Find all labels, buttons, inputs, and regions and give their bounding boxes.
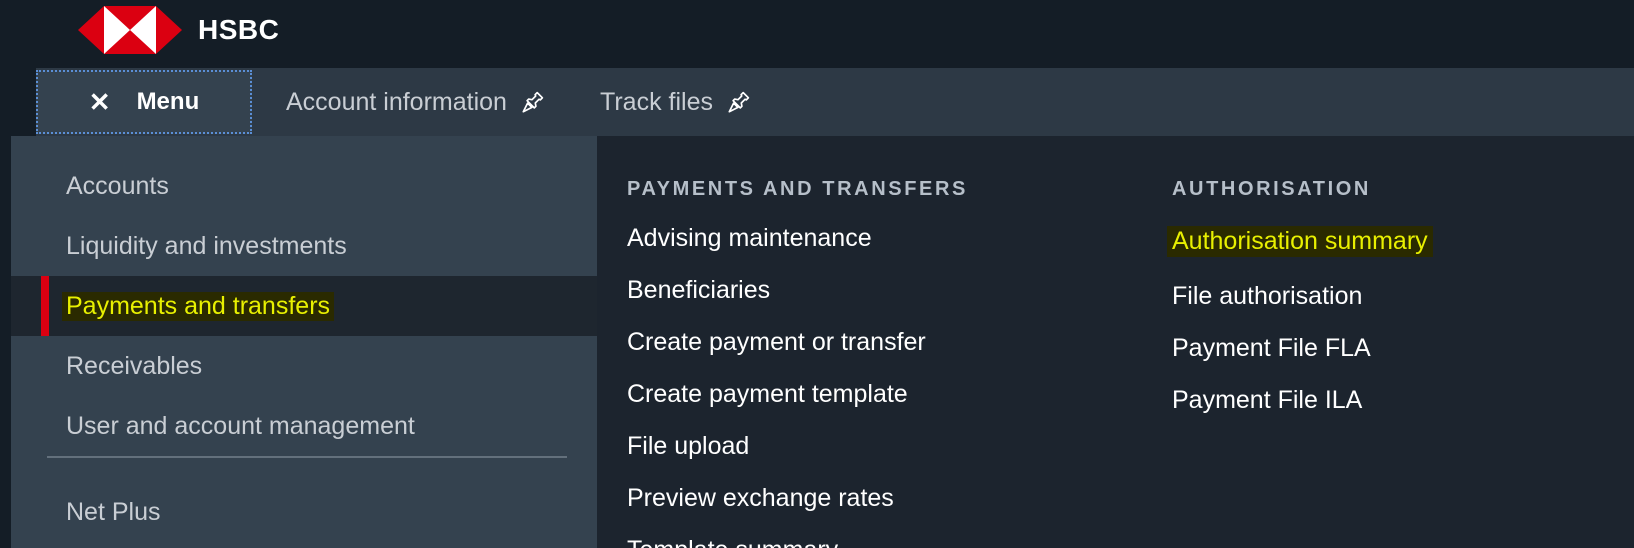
pin-icon[interactable]: [727, 90, 751, 114]
menu-link-file-upload[interactable]: File upload: [627, 434, 749, 459]
hsbc-hexagon-logo-icon: [78, 6, 182, 54]
brand-logo-group[interactable]: HSBC: [78, 6, 279, 54]
brand-name: HSBC: [198, 16, 279, 44]
sidebar-item-label: User and account management: [66, 414, 415, 439]
sidebar-divider-spacer: [11, 458, 597, 482]
sidebar-item-user-and-account-management[interactable]: User and account management: [11, 396, 597, 456]
mega-column-authorisation: AUTHORISATION Authorisation summary File…: [1172, 136, 1612, 548]
brand-header-bar: HSBC: [0, 0, 1634, 68]
tab-track-files-label: Track files: [600, 90, 713, 115]
sidebar-item-payments-and-transfers[interactable]: Payments and transfers: [11, 276, 597, 336]
sidebar-item-liquidity-and-investments[interactable]: Liquidity and investments: [11, 216, 597, 276]
column-heading: PAYMENTS AND TRANSFERS: [627, 136, 1107, 199]
mega-menu-panel: Accounts Liquidity and investments Payme…: [0, 136, 1634, 548]
hsbcnet-navigation-screen: HSBC ✕ Menu Account information Track fi…: [0, 0, 1634, 548]
tab-track-files[interactable]: Track files: [600, 68, 751, 136]
close-x-icon: ✕: [89, 89, 111, 115]
menu-link-advising-maintenance[interactable]: Advising maintenance: [627, 226, 872, 251]
menu-link-preview-exchange-rates[interactable]: Preview exchange rates: [627, 486, 894, 511]
sidebar-item-label: Receivables: [66, 354, 202, 379]
sidebar-item-label: Liquidity and investments: [66, 234, 347, 259]
menu-link-template-summary[interactable]: Template summary: [627, 538, 838, 548]
panel-left-gutter: [0, 136, 11, 548]
sidebar-item-label: Net Plus: [66, 500, 160, 525]
menu-link-file-authorisation[interactable]: File authorisation: [1172, 284, 1362, 309]
mega-menu-sidebar: Accounts Liquidity and investments Payme…: [11, 136, 597, 548]
menu-button-label: Menu: [137, 90, 200, 114]
menu-toggle-button[interactable]: ✕ Menu: [36, 70, 252, 134]
menu-link-payment-file-fla[interactable]: Payment File FLA: [1172, 336, 1371, 361]
mega-column-payments-and-transfers: PAYMENTS AND TRANSFERS Advising maintena…: [627, 136, 1107, 548]
menu-link-beneficiaries[interactable]: Beneficiaries: [627, 278, 770, 303]
tab-bar-left-cap: [0, 68, 36, 136]
sidebar-item-label: Payments and transfers: [62, 292, 334, 321]
tab-account-information-label: Account information: [286, 90, 507, 115]
tab-bar: ✕ Menu Account information Track files: [0, 68, 1634, 136]
menu-link-create-payment-or-transfer[interactable]: Create payment or transfer: [627, 330, 926, 355]
sidebar-item-receivables[interactable]: Receivables: [11, 336, 597, 396]
pin-icon[interactable]: [521, 90, 545, 114]
sidebar-item-accounts[interactable]: Accounts: [11, 156, 597, 216]
tab-account-information[interactable]: Account information: [286, 68, 545, 136]
menu-link-payment-file-ila[interactable]: Payment File ILA: [1172, 388, 1362, 413]
menu-link-create-payment-template[interactable]: Create payment template: [627, 382, 908, 407]
sidebar-item-label: Accounts: [66, 174, 169, 199]
sidebar-item-net-plus[interactable]: Net Plus: [11, 482, 597, 542]
sidebar-top-spacer: [11, 136, 597, 156]
column-heading: AUTHORISATION: [1172, 136, 1612, 199]
menu-link-authorisation-summary[interactable]: Authorisation summary: [1167, 226, 1433, 257]
